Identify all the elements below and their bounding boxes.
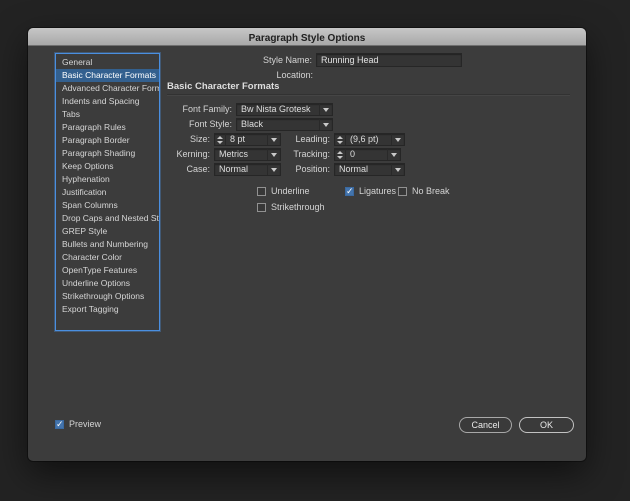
position-value: Normal (335, 164, 391, 175)
strikethrough-option: ✓ Strikethrough (257, 202, 325, 212)
tracking-value: 0 (346, 149, 387, 160)
preview-checkbox-label: Preview (69, 419, 101, 429)
chevron-down-icon (319, 104, 332, 115)
leading-combo[interactable]: (9,6 pt) (334, 133, 405, 146)
case-label: Case: (130, 163, 210, 176)
leading-stepper[interactable] (335, 134, 346, 145)
strikethrough-checkbox[interactable]: ✓ (257, 203, 266, 212)
preview-option: ✓ Preview (55, 419, 101, 429)
sidebar-item-drop-caps-and-nested-styles[interactable]: Drop Caps and Nested Styles (56, 212, 159, 225)
sidebar-item-strikethrough-options[interactable]: Strikethrough Options (56, 290, 159, 303)
no-break-checkbox[interactable]: ✓ (398, 187, 407, 196)
section-divider (167, 94, 570, 95)
settings-category-list: General Basic Character Formats Advanced… (55, 53, 160, 331)
sidebar-item-export-tagging[interactable]: Export Tagging (56, 303, 159, 316)
sidebar-item-basic-character-formats[interactable]: Basic Character Formats (56, 69, 159, 82)
sidebar-item-bullets-and-numbering[interactable]: Bullets and Numbering (56, 238, 159, 251)
ligatures-checkbox-label: Ligatures (359, 186, 396, 196)
tracking-stepper[interactable] (335, 149, 346, 160)
underline-checkbox[interactable]: ✓ (257, 187, 266, 196)
tracking-label: Tracking: (250, 148, 330, 161)
sidebar-item-general[interactable]: General (56, 56, 159, 69)
no-break-checkbox-label: No Break (412, 186, 450, 196)
desktop-background: Paragraph Style Options General Basic Ch… (0, 0, 630, 501)
sidebar-item-underline-options[interactable]: Underline Options (56, 277, 159, 290)
sidebar-item-grep-style[interactable]: GREP Style (56, 225, 159, 238)
sidebar-item-justification[interactable]: Justification (56, 186, 159, 199)
font-style-select[interactable]: Black (236, 118, 333, 131)
font-family-label: Font Family: (132, 103, 232, 116)
chevron-down-icon (319, 119, 332, 130)
check-icon: ✓ (346, 186, 354, 196)
ok-button[interactable]: OK (519, 417, 574, 433)
leading-value: (9,6 pt) (346, 134, 391, 145)
strikethrough-checkbox-label: Strikethrough (271, 202, 325, 212)
underline-option: ✓ Underline (257, 186, 310, 196)
no-break-option: ✓ No Break (398, 186, 450, 196)
font-family-value: Bw Nista Grotesk (237, 104, 319, 115)
sidebar-item-span-columns[interactable]: Span Columns (56, 199, 159, 212)
position-label: Position: (250, 163, 330, 176)
sidebar-item-character-color[interactable]: Character Color (56, 251, 159, 264)
dialog-titlebar[interactable]: Paragraph Style Options (28, 28, 586, 46)
underline-checkbox-label: Underline (271, 186, 310, 196)
chevron-down-icon (391, 134, 404, 145)
style-name-input[interactable] (316, 53, 462, 67)
dialog-body: General Basic Character Formats Advanced… (28, 46, 586, 461)
ligatures-option: ✓ Ligatures (345, 186, 396, 196)
dialog-title: Paragraph Style Options (249, 33, 366, 44)
cancel-button[interactable]: Cancel (459, 417, 512, 433)
style-name-label: Style Name: (178, 54, 312, 67)
size-stepper[interactable] (215, 134, 226, 145)
chevron-down-icon (391, 164, 404, 175)
tracking-combo[interactable]: 0 (334, 148, 401, 161)
leading-label: Leading: (250, 133, 330, 146)
position-select[interactable]: Normal (334, 163, 405, 176)
paragraph-style-options-dialog: Paragraph Style Options General Basic Ch… (28, 28, 586, 461)
font-family-select[interactable]: Bw Nista Grotesk (236, 103, 333, 116)
sidebar-item-advanced-character-formats[interactable]: Advanced Character Formats (56, 82, 159, 95)
check-icon: ✓ (56, 419, 64, 429)
font-style-label: Font Style: (132, 118, 232, 131)
size-label: Size: (130, 133, 210, 146)
font-style-value: Black (237, 119, 319, 130)
chevron-down-icon (387, 149, 400, 160)
section-title: Basic Character Formats (167, 81, 279, 92)
ligatures-checkbox[interactable]: ✓ (345, 187, 354, 196)
kerning-label: Kerning: (130, 148, 210, 161)
sidebar-item-opentype-features[interactable]: OpenType Features (56, 264, 159, 277)
preview-checkbox[interactable]: ✓ (55, 420, 64, 429)
